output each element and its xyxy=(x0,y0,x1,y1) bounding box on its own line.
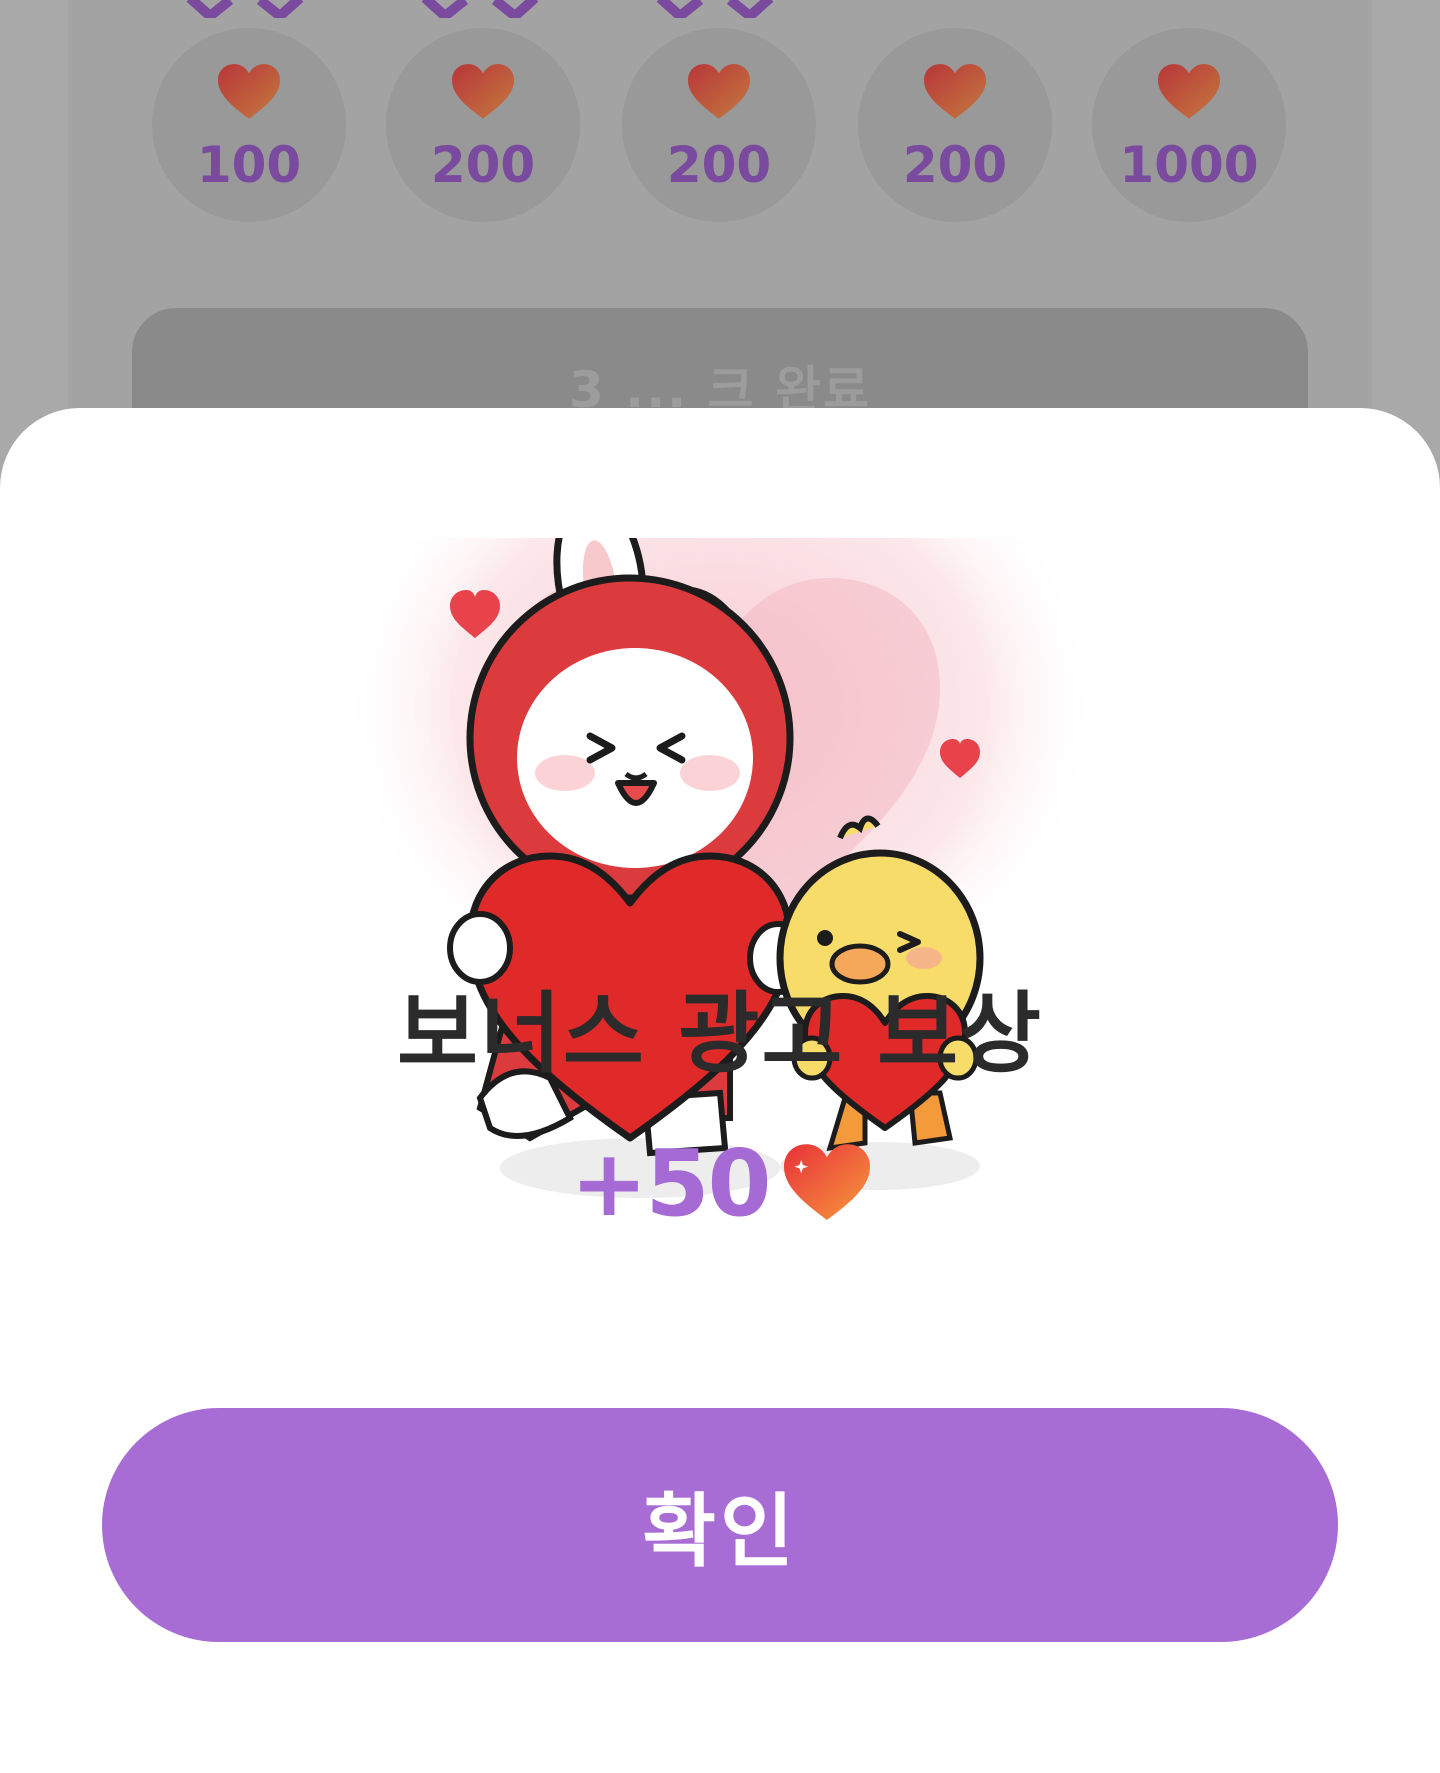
heart-icon xyxy=(1158,64,1220,120)
heart-icon xyxy=(924,64,986,120)
reward-step: 100 xyxy=(152,28,346,222)
heart-icon xyxy=(688,64,750,120)
confirm-button[interactable]: 확인 xyxy=(102,1408,1338,1642)
reward-step-value: 200 xyxy=(902,136,1008,194)
heart-icon xyxy=(452,64,514,120)
dialog-title: 보너스 광고 보상 xyxy=(397,982,1043,1085)
reward-step-value: 200 xyxy=(430,136,536,194)
reward-amount-row: +50 xyxy=(0,1128,1440,1238)
reward-step-value: 100 xyxy=(196,136,302,194)
reward-step: 200 xyxy=(858,28,1052,222)
heart-icon xyxy=(218,64,280,120)
reward-step: 200 xyxy=(622,28,816,222)
reward-step-value: 200 xyxy=(666,136,772,194)
heart-icon xyxy=(783,1144,870,1220)
reward-amount: +50 xyxy=(570,1129,771,1237)
bunny-and-chick-illustration xyxy=(340,538,1100,1198)
reward-step: 200 xyxy=(386,28,580,222)
reward-step: 1000 xyxy=(1092,28,1286,222)
reward-step-value: 1000 xyxy=(1119,136,1259,194)
reward-bottom-sheet: 보너스 광고 보상 +50 확인 xyxy=(0,408,1440,1773)
reward-progress-row: 100 200 200 200 1000 xyxy=(0,0,1440,240)
